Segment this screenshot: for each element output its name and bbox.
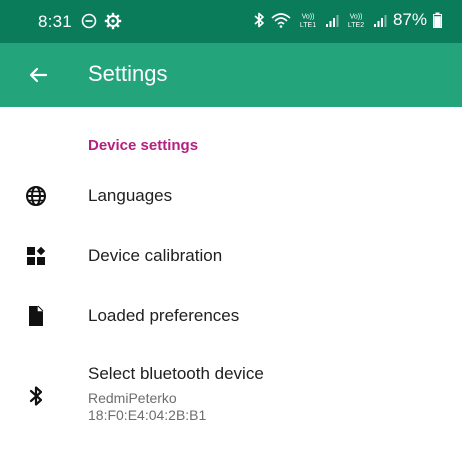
- bluetooth-device-name: RedmiPeterko: [88, 390, 177, 406]
- status-time: 8:31: [38, 12, 72, 31]
- signal-1-icon: [325, 15, 339, 27]
- svg-text:LTE2: LTE2: [348, 22, 364, 29]
- setting-item-select-bluetooth-device[interactable]: Select bluetooth device RedmiPeterko 18:…: [0, 356, 462, 434]
- svg-text:LTE1: LTE1: [300, 22, 316, 29]
- app-bar: Settings: [0, 43, 462, 107]
- file-icon: [24, 304, 48, 328]
- page-title: Settings: [88, 61, 168, 86]
- status-bar: 8:31 Vo)) LTE1 Vo)) LTE2 87%: [0, 0, 462, 43]
- volte-lte1-icon: Vo)) LTE1: [300, 14, 316, 30]
- battery-icon: [433, 12, 442, 28]
- battery-percentage: 87%: [392, 10, 427, 29]
- status-left-icons: [81, 12, 122, 30]
- bluetooth-icon: [24, 384, 48, 408]
- arrow-back-icon: [29, 67, 48, 83]
- setting-title-select-bluetooth-device: Select bluetooth device: [88, 364, 264, 383]
- volte-lte2-icon: Vo)) LTE2: [348, 14, 364, 30]
- wifi-icon: [271, 13, 291, 28]
- bluetooth-status-icon: [254, 12, 264, 28]
- section-header-device-settings: Device settings: [88, 137, 199, 154]
- app-screen: 8:31 Vo)) LTE1 Vo)) LTE2 87% Settings De…: [0, 0, 462, 454]
- bluetooth-device-address: 18:F0:E4:04:2B:B1: [88, 407, 207, 423]
- setting-item-device-calibration[interactable]: Device calibration: [0, 228, 462, 284]
- settings-gear-icon: [104, 12, 122, 30]
- globe-icon: [24, 184, 48, 208]
- svg-text:Vo)): Vo)): [302, 14, 315, 21]
- setting-item-languages[interactable]: Languages: [0, 168, 462, 224]
- status-right-icons: Vo)) LTE1 Vo)) LTE2 87%: [253, 10, 442, 30]
- do-not-disturb-icon: [81, 13, 97, 29]
- back-button[interactable]: [24, 61, 52, 89]
- setting-title-languages: Languages: [88, 186, 173, 205]
- setting-item-loaded-preferences[interactable]: Loaded preferences: [0, 288, 462, 344]
- signal-2-icon: [373, 15, 387, 27]
- setting-title-loaded-preferences: Loaded preferences: [88, 306, 240, 325]
- widgets-icon: [24, 244, 48, 268]
- svg-text:Vo)): Vo)): [350, 14, 363, 21]
- bottom-area: [0, 438, 462, 454]
- setting-title-device-calibration: Device calibration: [88, 246, 223, 265]
